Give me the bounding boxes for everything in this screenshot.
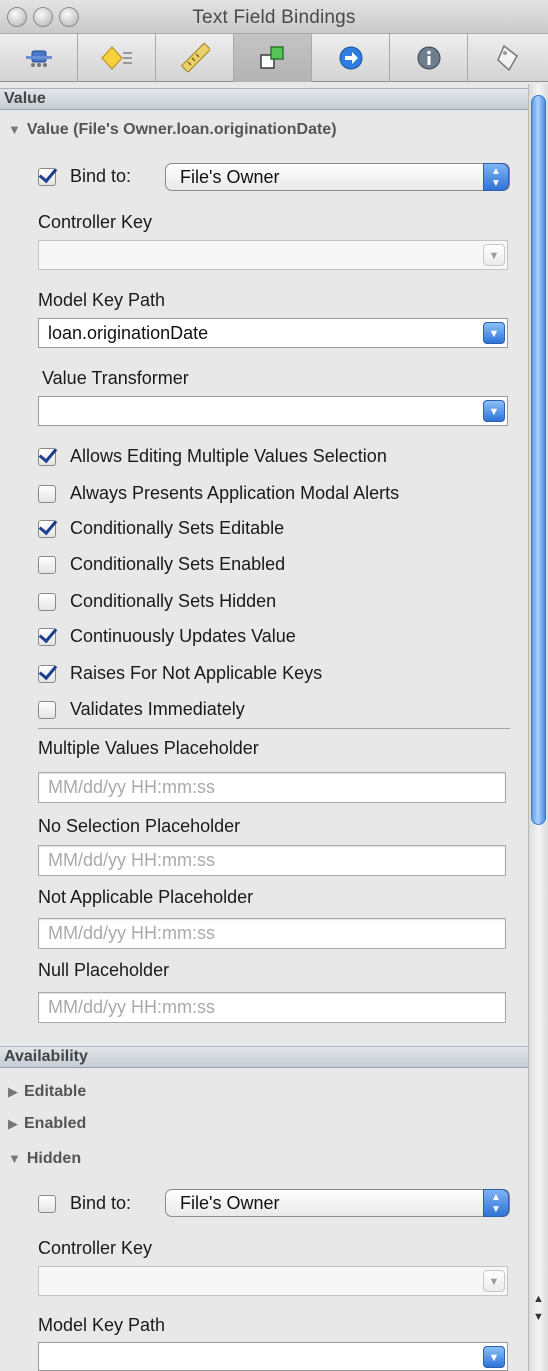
option-conditionally-sets-editable[interactable]: Conditionally Sets Editable	[38, 518, 284, 539]
hidden-bind-to-checkbox[interactable]	[38, 1194, 56, 1213]
no-selection-placeholder-field[interactable]: MM/dd/yy HH:mm:ss	[38, 845, 506, 876]
controller-key-label: Controller Key	[38, 212, 153, 232]
disclosure-enabled[interactable]: ▶ Enabled	[8, 1115, 86, 1133]
disclosure-triangle-down-icon: ▼	[8, 1151, 21, 1166]
tab-identity[interactable]	[468, 34, 548, 82]
disclosure-label: Editable	[24, 1083, 87, 1100]
option-label: Conditionally Sets Hidden	[70, 591, 277, 611]
option-label: Raises For Not Applicable Keys	[70, 663, 323, 683]
bind-to-popup[interactable]: File's Owner ▲ ▼	[165, 163, 510, 191]
option-checkbox[interactable]	[38, 447, 56, 466]
hidden-bind-to-row[interactable]: Bind to:	[38, 1193, 131, 1214]
null-placeholder-label: Null Placeholder	[38, 960, 170, 980]
multiple-values-placeholder-field[interactable]: MM/dd/yy HH:mm:ss	[38, 772, 506, 803]
disclosure-label: Enabled	[24, 1115, 87, 1132]
chevron-down-icon[interactable]: ▼	[483, 400, 505, 422]
inspector-toolbar	[0, 34, 548, 82]
ruler-icon	[180, 43, 210, 73]
option-label: Validates Immediately	[70, 699, 245, 719]
option-checkbox[interactable]	[38, 592, 56, 611]
option-label: Always Presents Application Modal Alerts	[70, 483, 400, 503]
bind-to-checkbox[interactable]	[38, 167, 56, 186]
option-label: Continuously Updates Value	[70, 626, 296, 646]
hidden-model-key-path-combo[interactable]: ▼	[38, 1342, 508, 1371]
divider	[38, 728, 510, 729]
title-bar: Text Field Bindings	[0, 0, 548, 34]
model-key-path-label: Model Key Path	[38, 290, 166, 310]
bind-to-row[interactable]: Bind to:	[38, 166, 131, 187]
vertical-scrollbar-thumb[interactable]	[531, 95, 546, 825]
connections-icon	[339, 46, 362, 70]
hidden-bind-to-label: Bind to:	[70, 1193, 132, 1213]
tab-bindings[interactable]	[234, 34, 312, 82]
option-checkbox[interactable]	[38, 555, 56, 574]
tab-connections[interactable]	[312, 34, 390, 82]
disclosure-triangle-right-icon: ▶	[8, 1116, 18, 1131]
scroll-up-arrow-icon[interactable]: ▲	[529, 1290, 548, 1308]
attributes-icon	[25, 50, 52, 67]
option-checkbox[interactable]	[38, 700, 56, 719]
identity-icon	[497, 44, 518, 72]
not-applicable-placeholder-field[interactable]: MM/dd/yy HH:mm:ss	[38, 918, 506, 949]
value-transformer-label: Value Transformer	[42, 368, 189, 388]
tab-effects[interactable]	[78, 34, 156, 82]
model-key-path-combo[interactable]: loan.originationDate ▼	[38, 318, 508, 348]
option-conditionally-sets-hidden[interactable]: Conditionally Sets Hidden	[38, 591, 276, 612]
hidden-model-key-path-label: Model Key Path	[38, 1315, 166, 1335]
option-allows-editing-multiple[interactable]: Allows Editing Multiple Values Selection	[38, 446, 387, 467]
chevron-down-icon[interactable]: ▼	[483, 244, 505, 266]
disclosure-editable[interactable]: ▶ Editable	[8, 1083, 86, 1101]
hidden-controller-key-label: Controller Key	[38, 1238, 153, 1258]
chevron-down-icon[interactable]: ▼	[483, 1346, 505, 1368]
section-header-value[interactable]: Value	[0, 88, 528, 110]
option-continuously-updates[interactable]: Continuously Updates Value	[38, 626, 296, 647]
no-selection-placeholder-label: No Selection Placeholder	[38, 816, 241, 836]
tab-attributes[interactable]	[0, 34, 78, 82]
scroll-arrow-buttons[interactable]: ▲ ▼	[528, 1290, 548, 1350]
option-label: Allows Editing Multiple Values Selection	[70, 446, 387, 466]
disclosure-triangle-right-icon: ▶	[8, 1084, 18, 1099]
disclosure-label: Hidden	[26, 1150, 82, 1167]
multiple-values-placeholder-label: Multiple Values Placeholder	[38, 738, 259, 758]
option-checkbox[interactable]	[38, 627, 56, 646]
scroll-down-arrow-icon[interactable]: ▼	[529, 1308, 548, 1326]
null-placeholder-field[interactable]: MM/dd/yy HH:mm:ss	[38, 992, 506, 1023]
controller-key-combo[interactable]: ▼	[38, 240, 508, 270]
tab-info[interactable]	[390, 34, 468, 82]
hidden-bind-to-value: File's Owner	[180, 1193, 280, 1213]
hidden-bind-to-popup[interactable]: File's Owner ▲ ▼	[165, 1189, 510, 1217]
updown-arrows-icon: ▲ ▼	[483, 1189, 509, 1217]
option-validates-immediately[interactable]: Validates Immediately	[38, 699, 245, 720]
info-icon	[417, 46, 440, 70]
section-header-availability[interactable]: Availability	[0, 1046, 528, 1068]
option-raises-for-not-applicable[interactable]: Raises For Not Applicable Keys	[38, 663, 322, 684]
option-conditionally-sets-enabled[interactable]: Conditionally Sets Enabled	[38, 554, 285, 575]
hidden-controller-key-combo[interactable]: ▼	[38, 1266, 508, 1296]
disclosure-value-binding[interactable]: ▼ Value (File's Owner.loan.originationDat…	[8, 121, 337, 139]
option-checkbox[interactable]	[38, 484, 56, 503]
chevron-down-icon[interactable]: ▼	[483, 322, 505, 344]
model-key-path-value: loan.originationDate	[48, 323, 209, 343]
disclosure-label: Value (File's Owner.loan.originationDate…	[26, 121, 337, 138]
value-transformer-combo[interactable]: ▼	[38, 396, 508, 426]
updown-arrows-icon: ▲ ▼	[483, 163, 509, 191]
disclosure-triangle-down-icon: ▼	[8, 122, 21, 137]
disclosure-hidden[interactable]: ▼ Hidden	[8, 1150, 81, 1168]
bindings-icon	[259, 46, 284, 69]
option-label: Conditionally Sets Editable	[70, 518, 285, 538]
option-label: Conditionally Sets Enabled	[70, 554, 286, 574]
chevron-down-icon[interactable]: ▼	[483, 1270, 505, 1292]
bind-to-label: Bind to:	[70, 166, 132, 186]
not-applicable-placeholder-label: Not Applicable Placeholder	[38, 887, 254, 907]
option-checkbox[interactable]	[38, 519, 56, 538]
option-always-presents-modal[interactable]: Always Presents Application Modal Alerts	[38, 483, 399, 504]
option-checkbox[interactable]	[38, 664, 56, 683]
window-title: Text Field Bindings	[192, 7, 356, 28]
effects-icon	[100, 46, 132, 70]
bind-to-value: File's Owner	[180, 167, 280, 187]
tab-size[interactable]	[156, 34, 234, 82]
